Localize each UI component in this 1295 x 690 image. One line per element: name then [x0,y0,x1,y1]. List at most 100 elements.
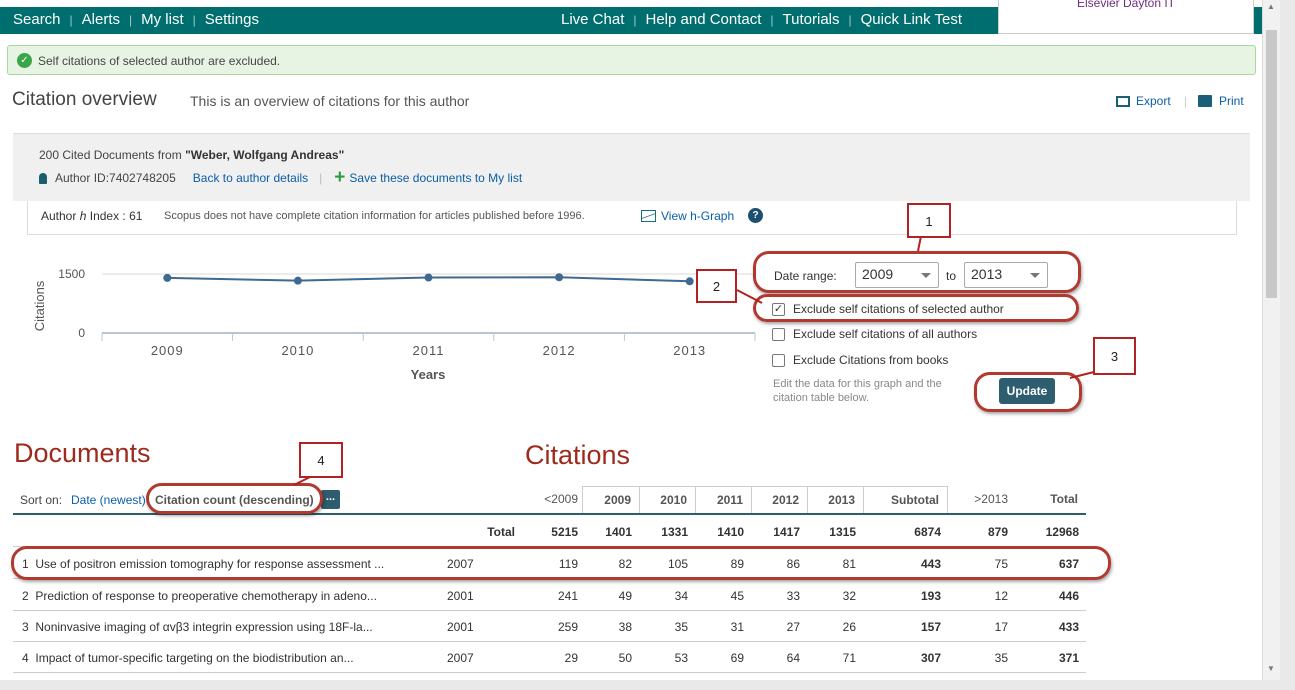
nav-my-list[interactable]: My list [141,11,184,28]
citations-chart: 2009 2010 2011 2012 2013 0 1500 Citations Yea… [32,267,756,382]
data-point-2009[interactable] [163,273,172,282]
help-icon[interactable]: ? [748,208,763,223]
x-axis-label: Years [411,367,446,382]
exclude-books-checkbox[interactable] [772,353,785,367]
y-tick-label-1500: 1500 [58,267,85,281]
col-header-2013: 2013 [807,486,863,514]
scroll-up-icon[interactable]: ▲ [1267,2,1275,11]
header-divider: | [1184,94,1188,108]
page-subtitle: This is an overview of citations for thi… [190,93,470,109]
callout-1: 1 [907,203,951,238]
nav-quick-link-test[interactable]: Quick Link Test [861,11,962,28]
success-banner: ✓ Self citations of selected author are … [7,45,1256,75]
x-tick-label-2009: 2009 [151,343,184,358]
sort-label: Sort on: [20,493,63,507]
col-header-2010: 2010 [639,486,695,514]
y-tick-labels: 0 1500 [58,267,85,340]
col-header-2011: 2011 [695,486,751,514]
y-tick-label-0: 0 [78,326,85,340]
update-button[interactable]: Update [999,378,1055,404]
nav-live-chat[interactable]: Live Chat [561,11,624,28]
vertical-scrollbar[interactable]: ▲ ▼ [1262,0,1280,680]
document-title-link[interactable]: 3 Noninvasive imaging of αvβ3 integrin e… [22,620,427,634]
institution-name: Elsevier Dayton IT [1076,0,1176,10]
table-row[interactable]: 1 Use of positron emission tomography fo… [13,548,1086,579]
nav-tutorials[interactable]: Tutorials [783,11,840,28]
page: Search | Alerts | My list | Settings Live C… [0,0,1262,680]
author-summary: 200 Cited Documents from "Weber, Wolfgan… [13,133,1250,201]
h-index-label: Author h Index : 61 [41,209,143,223]
exclude-books-row: Exclude Citations from books [772,353,948,367]
document-title-link[interactable]: 1 Use of positron emission tomography fo… [22,557,427,571]
nav-alerts[interactable]: Alerts [82,11,120,28]
scroll-down-icon[interactable]: ▼ [1267,664,1275,673]
document-title-link[interactable]: 4 Impact of tumor-specific targeting on … [22,651,427,665]
nav-help-contact[interactable]: Help and Contact [646,11,762,28]
data-point-2010[interactable] [293,276,302,285]
print-icon [1198,95,1212,107]
export-link[interactable]: Export [1116,94,1171,108]
h-index-value: 61 [129,209,143,223]
cited-documents-line: 200 Cited Documents from "Weber, Wolfgan… [39,148,344,162]
document-year: 2001 [447,589,474,603]
data-point-2012[interactable] [555,273,564,282]
nav-search[interactable]: Search [13,11,61,28]
x-tick-labels: 2009 2010 2011 2012 2013 [151,343,706,358]
documents-heading: Documents [14,438,151,468]
back-to-author-link[interactable]: Back to author details [193,171,308,185]
data-point-2011[interactable] [424,273,433,282]
author-id: Author ID:7402748205 [55,171,176,185]
x-tick-label-2010: 2010 [281,343,314,358]
table-row[interactable]: 4 Impact of tumor-specific targeting on … [13,642,1086,673]
x-tick-label-2012: 2012 [543,343,576,358]
plus-icon[interactable]: + [334,168,345,187]
document-title-link[interactable]: 2 Prediction of response to preoperative… [22,589,427,603]
x-tick-label-2011: 2011 [413,343,445,358]
author-name: "Weber, Wolfgang Andreas" [185,148,345,162]
callout-3: 3 [1093,337,1136,375]
page-title: Citation overview [12,89,157,110]
x-tick-label-2013: 2013 [673,343,706,358]
col-header-total: Total [1050,492,1078,506]
sort-date-link[interactable]: Date (newest) [71,493,146,507]
exclude-self-selected-row: ✓ Exclude self citations of selected auth… [772,302,1004,316]
save-to-list-link[interactable]: Save these documents to My list [349,171,522,185]
col-header-pre2009: <2009 [544,492,578,506]
graph-icon [641,210,656,222]
callout-2: 2 [696,269,737,303]
to-year-select[interactable]: 2013 [964,262,1048,288]
total-row: Total 5215 1401 1331 1410 1417 1315 6874… [13,516,1086,547]
person-icon [39,172,47,184]
date-range-label: Date range: [774,269,837,283]
print-label: Print [1219,94,1244,108]
print-link[interactable]: Print [1198,94,1244,108]
banner-text: Self citations of selected author are ex… [38,54,281,68]
col-header-subtotal: Subtotal [863,486,948,514]
document-year: 2001 [447,620,474,634]
col-header-2012: 2012 [751,486,807,514]
coverage-note: Scopus does not have complete citation i… [164,210,585,222]
citations-heading: Citations [525,440,631,470]
sort-more-button[interactable]: ... [321,490,340,509]
table-row[interactable]: 2 Prediction of response to preoperative… [13,580,1086,611]
col-header-2009: 2009 [582,486,639,514]
chart-grid [101,273,756,341]
exclude-self-all-checkbox[interactable] [772,327,785,341]
nav-settings[interactable]: Settings [205,11,259,28]
chevron-down-icon [1030,273,1040,278]
export-label: Export [1136,94,1171,108]
callout-4: 4 [299,442,343,478]
y-axis-label: Citations [32,280,47,331]
from-year-select[interactable]: 2009 [855,262,939,288]
institution-box[interactable]: Elsevier Dayton IT [998,0,1254,34]
document-year: 2007 [447,557,474,571]
table-row[interactable]: 3 Noninvasive imaging of αvβ3 integrin e… [13,611,1086,642]
document-year: 2007 [447,651,474,665]
scrollbar-thumb[interactable] [1266,30,1277,298]
view-h-graph-link[interactable]: View h-Graph [641,209,734,223]
sort-citation-count[interactable]: Citation count (descending) [155,493,314,507]
author-id-line: Author ID:7402748205 Back to author deta… [39,168,522,187]
data-point-2013[interactable] [685,277,694,286]
exclude-self-selected-checkbox[interactable]: ✓ [772,302,785,316]
link-divider: | [319,171,323,185]
